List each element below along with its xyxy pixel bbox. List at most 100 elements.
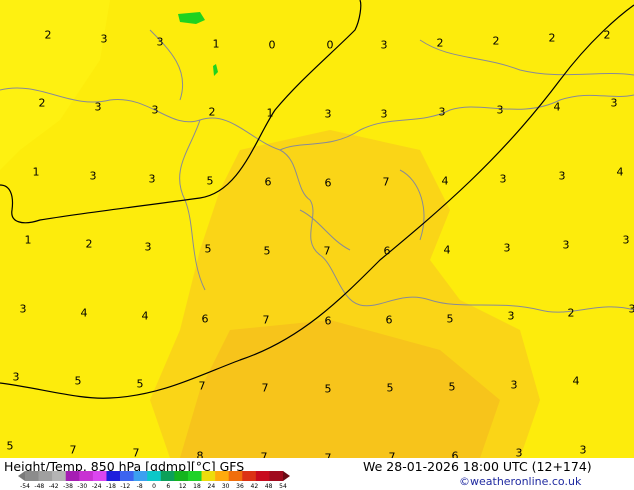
temperature-label: 2 [436,36,444,50]
legend-tick-label: 36 [236,483,244,490]
legend-tick-label: 42 [250,483,259,490]
legend-tick-label: 12 [178,483,187,490]
temperature-label: 3 [579,443,587,457]
temperature-label: 3 [503,241,511,255]
legend-swatch [38,471,53,481]
legend-swatch [228,471,243,481]
temperature-label: 3 [622,233,630,247]
temperature-label: 7 [132,446,140,459]
legend-swatch [160,471,175,481]
temperature-label: 1 [24,233,32,247]
temperature-label: 4 [141,309,149,323]
legend-tick-label: -54 [20,483,30,490]
temperature-label: 8 [196,449,204,459]
temperature-label: 6 [385,313,393,327]
legend-swatch [79,471,94,481]
legend-swatch [147,471,162,481]
temperature-label: 6 [451,449,459,459]
temperature-label: 5 [206,174,214,188]
temperature-label: 3 [558,169,566,183]
temperature-label: 4 [572,374,580,388]
temperature-label: 3 [380,107,388,121]
temperature-label: 7 [69,443,77,457]
temperature-label: 3 [324,107,332,121]
temperature-label: 1 [266,106,274,120]
legend-tick-label: -48 [34,483,45,490]
temperature-label: 3 [380,38,388,52]
temperature-label: 5 [446,312,454,326]
temperature-label: 5 [263,244,271,258]
temperature-label: 5 [136,377,144,391]
temperature-label: 3 [499,172,507,186]
temperature-label: 3 [507,309,515,323]
temperature-label: 3 [610,96,618,110]
temperature-label: 5 [324,382,332,396]
temperature-label: 3 [19,302,27,316]
temperature-label: 3 [156,35,164,49]
temperature-label: 4 [553,100,561,114]
temperature-label: 3 [151,103,159,117]
legend-swatch [215,471,229,481]
legend-tick-label: 48 [264,483,273,490]
temperature-label: 6 [201,312,209,326]
temperature-label: 6 [324,176,332,190]
temperature-label: 3 [12,370,20,384]
legend-tick-label: -18 [106,483,116,490]
temperature-label: 1 [212,37,220,51]
weather-map: 2 3 3 1 0 0 3 2 2 2 2 2 3 3 2 1 3 3 3 3 4 3 1 3 3 5 6 6 7 4 3 3 4 1 2 3 5 5 7 6… [0,0,634,458]
temperature-label: 5 [448,380,456,394]
temperature-label: 4 [443,243,451,257]
color-legend [18,471,290,481]
temperature-label: 3 [496,103,504,117]
legend-swatch [201,471,216,481]
temperature-label: 4 [616,165,624,179]
temperature-label: 6 [264,175,272,189]
legend-tick-label: 18 [193,483,201,490]
legend-tick-label: 0 [152,483,156,490]
temperature-label: 5 [6,439,14,453]
legend-tick-label: -42 [48,483,59,490]
legend-swatch [120,471,134,481]
legend-swatch [25,471,39,481]
legend-swatch [242,471,257,481]
legend-tick-label: 54 [279,483,287,490]
temperature-label: 2 [548,31,556,45]
temperature-label: 6 [324,314,332,328]
legend-swatch [187,471,202,481]
value-labels: 2 3 3 1 0 0 3 2 2 2 2 2 3 3 2 1 3 3 3 3 4 3 1 3 3 5 6 6 7 4 3 3 4 1 2 3 5 5 7 6… [0,0,634,459]
legend-tick-label: -30 [77,483,88,490]
legend-tick-label: 24 [207,483,216,490]
temperature-label: 3 [562,238,570,252]
legend-tick-label: 6 [166,483,171,490]
temperature-label: 2 [38,96,46,110]
legend-swatch [255,471,270,481]
credit-link[interactable]: ©weatheronline.co.uk [459,475,581,488]
legend-tick-label: -8 [136,483,143,490]
legend-swatch [65,471,80,481]
legend-arrow-left [18,471,25,481]
temperature-label: 5 [74,374,82,388]
legend-swatch [269,471,284,481]
temperature-label: 2 [492,34,500,48]
temperature-label: 0 [268,38,276,52]
temperature-label: 4 [80,306,88,320]
legend-tick-label: -24 [91,483,102,490]
temperature-label: 2 [44,28,52,42]
temperature-label: 7 [260,450,268,459]
legend-swatch [92,471,107,481]
legend-swatch [106,471,121,481]
temperature-label: 3 [438,105,446,119]
temperature-label: 3 [89,169,97,183]
temperature-label: 7 [388,450,396,459]
temperature-label: 7 [382,175,390,189]
temperature-label: 2 [208,105,216,119]
temperature-label: 3 [510,378,518,392]
temperature-label: 7 [262,313,270,327]
legend-tick-label: 30 [221,483,230,490]
temperature-label: 7 [323,244,331,258]
temperature-label: 4 [441,174,449,188]
legend-arrow-right [283,471,290,481]
legend-swatch [52,471,67,481]
legend-swatch [133,471,148,481]
temperature-label: 2 [85,237,93,251]
